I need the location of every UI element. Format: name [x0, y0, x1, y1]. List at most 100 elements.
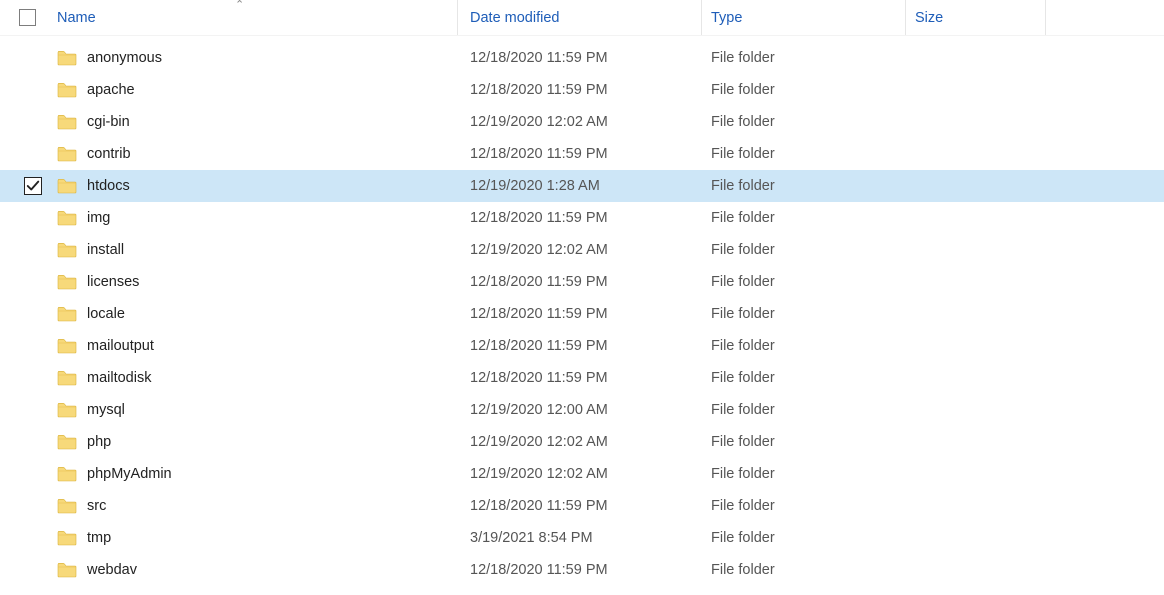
row-name-cell[interactable]: htdocs [54, 170, 458, 202]
row-name-cell[interactable]: img [54, 202, 458, 234]
row-type-cell: File folder [702, 490, 906, 522]
row-type-label: File folder [711, 146, 775, 162]
file-row-phpMyAdmin[interactable]: phpMyAdmin 12/19/2020 12:02 AM File fold… [0, 458, 1164, 490]
row-name-cell[interactable]: cgi-bin [54, 106, 458, 138]
file-row-mysql[interactable]: mysql 12/19/2020 12:00 AM File folder [0, 394, 1164, 426]
row-name-label: php [87, 434, 111, 450]
file-row-htdocs[interactable]: htdocs 12/19/2020 1:28 AM File folder [0, 170, 1164, 202]
row-checkbox-cell[interactable] [0, 426, 54, 458]
row-name-cell[interactable]: tmp [54, 522, 458, 554]
row-checkbox-cell[interactable] [0, 266, 54, 298]
row-type-label: File folder [711, 50, 775, 66]
row-checkbox-cell[interactable] [0, 490, 54, 522]
row-checkbox-cell[interactable] [0, 106, 54, 138]
row-checkbox-cell[interactable] [0, 170, 54, 202]
column-header-name-label: Name [57, 10, 96, 26]
column-header-type[interactable]: Type [702, 0, 906, 35]
column-header-checkbox[interactable] [0, 0, 54, 35]
row-size-cell [906, 426, 1046, 458]
row-type-cell: File folder [702, 74, 906, 106]
column-header-date-label: Date modified [470, 10, 559, 26]
row-name-cell[interactable]: src [54, 490, 458, 522]
row-type-cell: File folder [702, 426, 906, 458]
file-row-licenses[interactable]: licenses 12/18/2020 11:59 PM File folder [0, 266, 1164, 298]
column-header-date[interactable]: Date modified [458, 0, 702, 35]
row-name-label: src [87, 498, 106, 514]
row-name-label: licenses [87, 274, 139, 290]
row-date-label: 12/19/2020 1:28 AM [470, 178, 600, 194]
row-name-cell[interactable]: licenses [54, 266, 458, 298]
row-name-cell[interactable]: phpMyAdmin [54, 458, 458, 490]
row-type-cell: File folder [702, 330, 906, 362]
row-checkbox-cell[interactable] [0, 458, 54, 490]
row-checkbox-cell[interactable] [0, 522, 54, 554]
row-name-cell[interactable]: locale [54, 298, 458, 330]
row-date-cell: 12/19/2020 12:02 AM [458, 234, 702, 266]
row-checkbox-cell[interactable] [0, 298, 54, 330]
row-name-cell[interactable]: install [54, 234, 458, 266]
row-name-cell[interactable]: contrib [54, 138, 458, 170]
file-row-install[interactable]: install 12/19/2020 12:02 AM File folder [0, 234, 1164, 266]
file-row-src[interactable]: src 12/18/2020 11:59 PM File folder [0, 490, 1164, 522]
row-checkbox-cell[interactable] [0, 42, 54, 74]
row-date-cell: 12/18/2020 11:59 PM [458, 266, 702, 298]
row-name-cell[interactable]: mailtodisk [54, 362, 458, 394]
row-type-label: File folder [711, 114, 775, 130]
folder-icon [57, 466, 77, 482]
column-header-name[interactable]: Name [54, 0, 458, 35]
file-row-mailoutput[interactable]: mailoutput 12/18/2020 11:59 PM File fold… [0, 330, 1164, 362]
row-type-cell: File folder [702, 138, 906, 170]
file-row-webdav[interactable]: webdav 12/18/2020 11:59 PM File folder [0, 554, 1164, 586]
row-date-cell: 12/18/2020 11:59 PM [458, 138, 702, 170]
row-checkbox[interactable] [24, 177, 42, 195]
column-header-type-label: Type [711, 10, 742, 26]
row-checkbox-cell[interactable] [0, 394, 54, 426]
row-name-cell[interactable]: mailoutput [54, 330, 458, 362]
row-size-cell [906, 490, 1046, 522]
row-name-label: webdav [87, 562, 137, 578]
folder-icon [57, 114, 77, 130]
row-size-cell [906, 266, 1046, 298]
file-row-anonymous[interactable]: anonymous 12/18/2020 11:59 PM File folde… [0, 42, 1164, 74]
file-row-tmp[interactable]: tmp 3/19/2021 8:54 PM File folder [0, 522, 1164, 554]
row-name-cell[interactable]: mysql [54, 394, 458, 426]
row-name-cell[interactable]: anonymous [54, 42, 458, 74]
folder-icon [57, 338, 77, 354]
row-checkbox-cell[interactable] [0, 554, 54, 586]
folder-icon [57, 498, 77, 514]
file-row-locale[interactable]: locale 12/18/2020 11:59 PM File folder [0, 298, 1164, 330]
row-name-label: anonymous [87, 50, 162, 66]
row-date-cell: 12/19/2020 12:02 AM [458, 426, 702, 458]
column-header-size-label: Size [915, 10, 943, 26]
row-checkbox-cell[interactable] [0, 362, 54, 394]
file-row-cgi-bin[interactable]: cgi-bin 12/19/2020 12:02 AM File folder [0, 106, 1164, 138]
row-checkbox-cell[interactable] [0, 202, 54, 234]
row-size-cell [906, 74, 1046, 106]
file-row-apache[interactable]: apache 12/18/2020 11:59 PM File folder [0, 74, 1164, 106]
file-row-contrib[interactable]: contrib 12/18/2020 11:59 PM File folder [0, 138, 1164, 170]
row-type-label: File folder [711, 370, 775, 386]
file-row-img[interactable]: img 12/18/2020 11:59 PM File folder [0, 202, 1164, 234]
file-row-mailtodisk[interactable]: mailtodisk 12/18/2020 11:59 PM File fold… [0, 362, 1164, 394]
row-name-cell[interactable]: apache [54, 74, 458, 106]
select-all-checkbox[interactable] [19, 9, 36, 26]
file-list: ⌃ Name Date modified Type Size [0, 0, 1164, 586]
row-type-cell: File folder [702, 554, 906, 586]
row-checkbox-cell[interactable] [0, 330, 54, 362]
column-header-size[interactable]: Size [906, 0, 1046, 35]
row-name-cell[interactable]: php [54, 426, 458, 458]
row-checkbox-cell[interactable] [0, 234, 54, 266]
row-checkbox-cell[interactable] [0, 138, 54, 170]
row-date-cell: 12/18/2020 11:59 PM [458, 554, 702, 586]
row-size-cell [906, 234, 1046, 266]
row-name-cell[interactable]: webdav [54, 554, 458, 586]
row-size-cell [906, 394, 1046, 426]
row-date-cell: 12/18/2020 11:59 PM [458, 74, 702, 106]
row-checkbox-cell[interactable] [0, 74, 54, 106]
row-type-cell: File folder [702, 106, 906, 138]
row-date-cell: 12/18/2020 11:59 PM [458, 42, 702, 74]
folder-icon [57, 530, 77, 546]
row-date-label: 12/19/2020 12:02 AM [470, 114, 608, 130]
file-row-php[interactable]: php 12/19/2020 12:02 AM File folder [0, 426, 1164, 458]
column-header-row: ⌃ Name Date modified Type Size [0, 0, 1164, 36]
